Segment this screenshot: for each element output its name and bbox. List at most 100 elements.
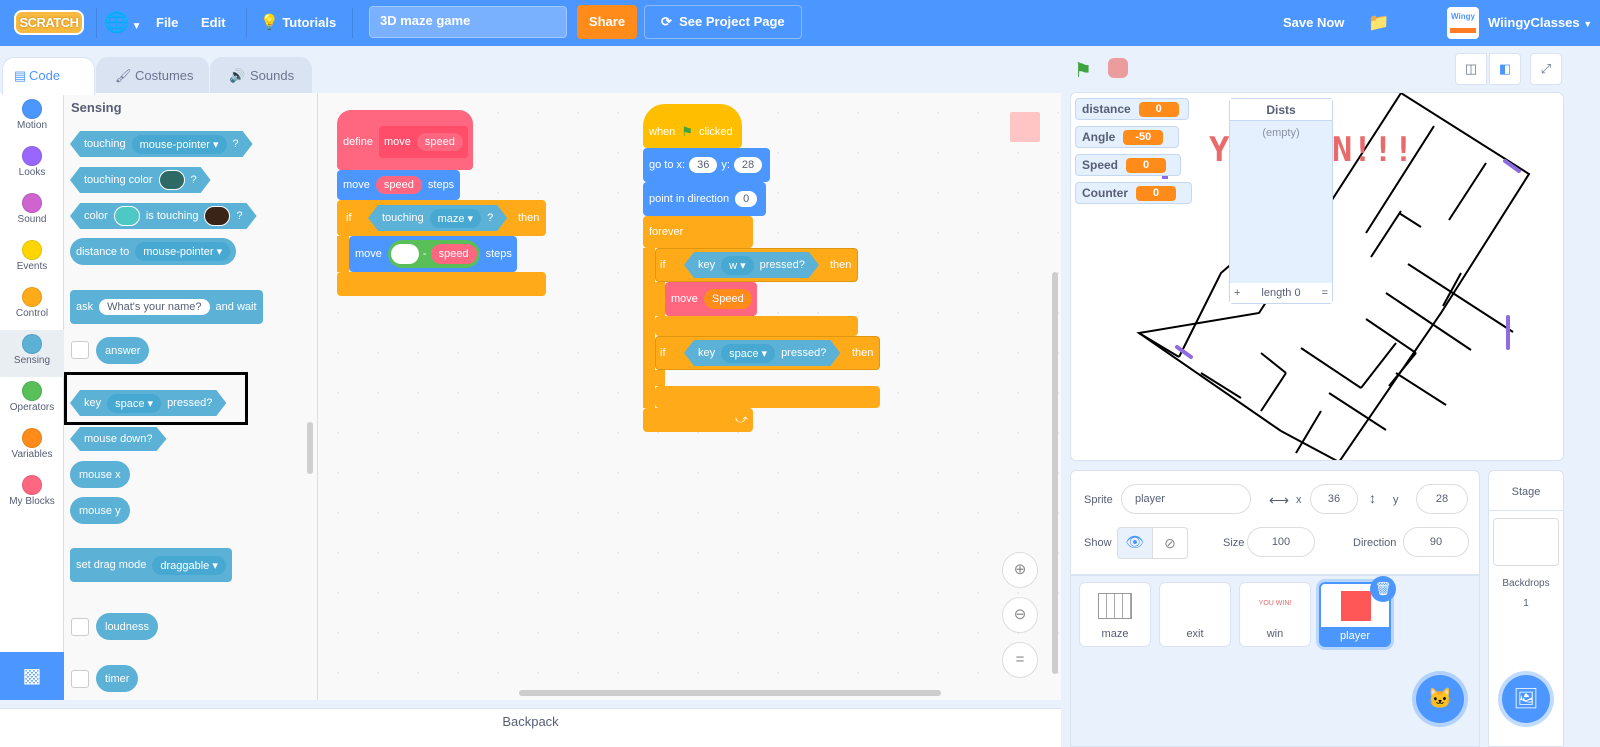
block-point-in-direction[interactable]: point in direction 0 <box>643 182 766 216</box>
add-extension-button[interactable]: ▩ <box>0 652 64 700</box>
zoom-in-button[interactable]: ⊕ <box>1002 552 1038 588</box>
avatar[interactable]: Wingy <box>1447 7 1479 39</box>
save-now-button[interactable]: Save Now <box>1283 0 1344 46</box>
y-input[interactable]: 28 <box>733 157 763 173</box>
see-project-page-button[interactable]: ⟳ See Project Page <box>644 5 802 39</box>
share-button[interactable]: Share <box>577 5 637 39</box>
param-speed[interactable]: speed <box>430 244 477 264</box>
block-move-steps[interactable]: move speed steps <box>337 170 460 200</box>
category-operators[interactable]: Operators <box>0 377 64 424</box>
block-move-steps[interactable]: move - speed steps <box>349 236 517 272</box>
category-motion[interactable]: Motion <box>0 95 64 142</box>
color-swatch[interactable] <box>204 206 230 226</box>
block-loudness[interactable]: loudness <box>96 613 159 640</box>
block-touching[interactable]: touching mouse-pointer ▾ ? <box>70 131 253 157</box>
distance-dropdown[interactable]: mouse-pointer ▾ <box>135 242 231 261</box>
subtract-left-input[interactable] <box>390 244 419 264</box>
large-stage-button[interactable]: ◧ <box>1489 53 1521 85</box>
tab-costumes[interactable]: 🖌 Costumes <box>96 57 209 93</box>
backpack[interactable]: Backpack <box>0 708 1061 747</box>
choose-sprite-button[interactable]: 🐱 <box>1416 675 1464 723</box>
delete-sprite-button[interactable]: 🗑 <box>1370 576 1396 602</box>
workspace-horizontal-scrollbar[interactable] <box>519 690 941 696</box>
green-flag-button[interactable]: ⚑ <box>1074 58 1092 83</box>
x-input[interactable]: 36 <box>1310 484 1358 514</box>
block-subtract[interactable]: - speed <box>387 240 480 268</box>
category-variables[interactable]: Variables <box>0 424 64 471</box>
stop-button[interactable] <box>1108 58 1128 78</box>
reset-zoom-button[interactable]: = <box>1002 642 1038 678</box>
size-input[interactable]: 100 <box>1247 527 1315 557</box>
answer-checkbox[interactable] <box>71 341 89 359</box>
block-answer[interactable]: answer <box>96 337 150 364</box>
color-swatch[interactable] <box>159 170 185 190</box>
variable-monitor-distance[interactable]: distance 0 <box>1075 98 1189 120</box>
block-mouse-x[interactable]: mouse x <box>70 461 130 488</box>
param-speed[interactable]: speed <box>375 176 422 194</box>
block-define-move[interactable]: define move speed <box>337 110 473 170</box>
block-key-pressed[interactable]: key space ▾ pressed? <box>70 390 226 416</box>
y-input[interactable]: 28 <box>1416 484 1468 514</box>
category-my-blocks[interactable]: My Blocks <box>0 471 64 518</box>
key-dropdown[interactable]: space ▾ <box>721 344 775 363</box>
block-go-to-xy[interactable]: go to x: 36 y: 28 <box>643 148 770 182</box>
variable-monitor-counter[interactable]: Counter 0 <box>1075 182 1192 204</box>
edit-menu[interactable]: Edit <box>201 0 226 46</box>
loudness-checkbox[interactable] <box>71 618 89 636</box>
show-sprite-button[interactable]: 👁 <box>1117 527 1153 559</box>
x-input[interactable]: 36 <box>689 157 718 173</box>
category-sensing[interactable]: Sensing <box>0 330 64 377</box>
language-button[interactable]: 🌐 ▼ <box>104 0 142 46</box>
category-sound[interactable]: Sound <box>0 189 64 236</box>
variable-speed[interactable]: Speed <box>703 289 752 309</box>
direction-input[interactable]: 90 <box>1403 527 1469 557</box>
tutorials-button[interactable]: 💡 Tutorials <box>260 0 336 46</box>
choose-backdrop-button[interactable]: 🖼 <box>1502 675 1550 723</box>
small-stage-button[interactable]: ◫ <box>1455 53 1487 85</box>
category-events[interactable]: Events <box>0 236 64 283</box>
block-key-pressed[interactable]: key w ▾ pressed? <box>684 252 819 278</box>
fullscreen-button[interactable]: ⤢ <box>1530 53 1562 85</box>
block-key-pressed[interactable]: key space ▾ pressed? <box>684 340 840 366</box>
variable-monitor-angle[interactable]: Angle -50 <box>1075 126 1179 148</box>
hide-sprite-button[interactable]: ⊘ <box>1152 527 1188 559</box>
key-dropdown[interactable]: space ▾ <box>107 394 161 413</box>
sprite-tile-win[interactable]: YOU WIN! win <box>1239 582 1311 647</box>
file-menu[interactable]: File <box>156 0 178 46</box>
palette-scrollbar[interactable] <box>307 422 313 474</box>
resize-handle[interactable]: = <box>1322 287 1328 299</box>
color-swatch[interactable] <box>114 206 140 226</box>
block-mouse-y[interactable]: mouse y <box>70 497 130 524</box>
category-looks[interactable]: Looks <box>0 142 64 189</box>
key-dropdown[interactable]: w ▾ <box>721 256 754 275</box>
block-ask-and-wait[interactable]: ask What's your name? and wait <box>70 290 263 324</box>
stage-canvas[interactable]: YOU WIN!!! distance0 Angle-50 Speed0 Cou… <box>1070 92 1564 461</box>
add-item-button[interactable]: + <box>1234 287 1240 299</box>
project-title-input[interactable]: 3D maze game <box>369 6 567 38</box>
touching-dropdown[interactable]: maze ▾ <box>430 209 481 228</box>
block-mouse-down[interactable]: mouse down? <box>70 427 167 451</box>
account-menu[interactable]: WiingyClasses ▼ <box>1488 0 1592 46</box>
drag-mode-dropdown[interactable]: draggable ▾ <box>152 555 226 575</box>
workspace-vertical-scrollbar[interactable] <box>1052 272 1058 674</box>
block-when-flag-clicked[interactable]: when ⚑ clicked <box>643 104 742 148</box>
block-color-is-touching[interactable]: color is touching ? <box>70 203 257 229</box>
folder-icon[interactable]: 📁 <box>1368 0 1389 46</box>
sprite-tile-exit[interactable]: exit <box>1159 582 1231 647</box>
ask-input[interactable]: What's your name? <box>99 299 210 315</box>
param-speed[interactable]: speed <box>416 133 463 151</box>
block-touching-color[interactable]: touching color ? <box>70 167 211 193</box>
touching-dropdown[interactable]: mouse-pointer ▾ <box>132 135 227 154</box>
list-monitor-dists[interactable]: Dists (empty) + length 0 = <box>1229 98 1333 304</box>
block-set-drag-mode[interactable]: set drag mode draggable ▾ <box>70 548 232 582</box>
sprite-tile-maze[interactable]: maze <box>1079 582 1151 647</box>
tab-sounds[interactable]: 🔊 Sounds <box>210 57 312 93</box>
scratch-logo[interactable]: SCRATCH <box>14 10 84 35</box>
zoom-out-button[interactable]: ⊖ <box>1002 597 1038 633</box>
direction-input[interactable]: 0 <box>735 191 758 207</box>
variable-monitor-speed[interactable]: Speed 0 <box>1075 154 1181 176</box>
block-touching-maze[interactable]: touching maze ▾ ? <box>368 205 507 231</box>
block-distance-to[interactable]: distance to mouse-pointer ▾ <box>70 238 237 265</box>
category-control[interactable]: Control <box>0 283 64 330</box>
block-timer[interactable]: timer <box>96 665 139 692</box>
